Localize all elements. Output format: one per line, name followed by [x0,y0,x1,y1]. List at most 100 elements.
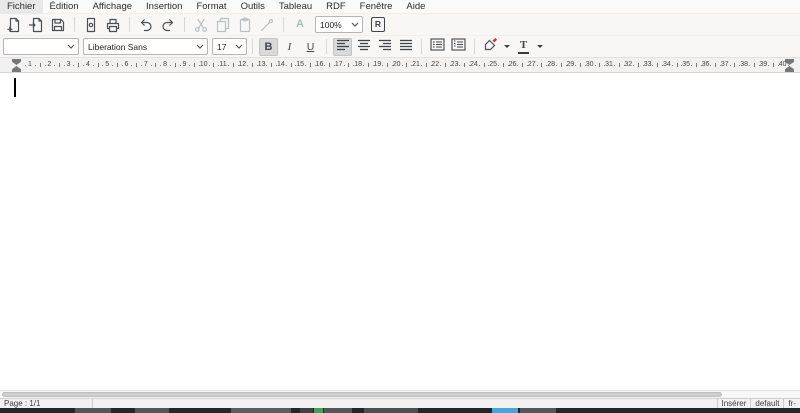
chevron-down-icon[interactable] [348,22,362,27]
first-line-indent-marker[interactable] [12,59,21,65]
separator [474,39,475,54]
highlight-color-button[interactable] [481,38,500,56]
ruler-dot [131,65,132,66]
r-document-button[interactable]: R [367,15,389,35]
menu-item-edition[interactable]: Édition [43,0,86,14]
copy-icon [215,17,231,33]
ruler-number: 31 [605,58,613,72]
undo-button[interactable] [135,15,157,35]
font-color-button[interactable]: T [514,38,533,56]
ruler-number: 40 [779,58,787,72]
justify-button[interactable] [396,38,415,56]
ruler-half-tick [754,63,755,67]
italic-button[interactable]: I [280,38,299,56]
separator [283,17,284,32]
ruler-number: 25 [489,58,497,72]
bullet-list-button[interactable] [428,38,447,56]
ruler-number: 27 [528,58,536,72]
ruler-number: 1 [28,58,32,72]
bold-button[interactable]: B [259,38,278,56]
numbered-list-button[interactable] [449,38,468,56]
page-count-cell[interactable]: Page : 1/1 [0,399,93,408]
ruler-number: 22 [431,58,439,72]
writer-window: FichierÉditionAffichageInsertionFormatOu… [0,0,800,413]
font-color-dropdown[interactable] [537,45,543,48]
new-document-icon [6,17,22,33]
ruler-number: 14 [277,58,285,72]
menubar: FichierÉditionAffichageInsertionFormatOu… [0,0,800,14]
menu-item-fenetre[interactable]: Fenêtre [353,0,400,14]
align-right-button[interactable] [375,38,394,56]
menu-item-aide[interactable]: Aide [399,0,432,14]
separator [421,39,422,54]
ruler-half-tick [426,63,427,67]
ruler-half-tick [233,63,234,67]
font-name-combo[interactable]: Liberation Sans [83,38,208,55]
menu-item-fichier[interactable]: Fichier [0,0,43,14]
menu-item-outils[interactable]: Outils [234,0,272,14]
redo-button[interactable] [157,15,179,35]
ruler-number: 12 [238,58,246,72]
italic-label: I [288,41,292,53]
ruler-half-tick [252,63,253,67]
ruler-half-tick [329,63,330,67]
document-canvas[interactable] [0,73,800,390]
ruler-number: 21 [412,58,420,72]
ruler-half-tick [117,63,118,67]
ruler-dot [730,65,731,66]
ruler-dot [160,65,161,66]
ruler-number: 13 [258,58,266,72]
scrollbar-thumb[interactable] [2,392,722,397]
language-cell[interactable]: fr- [783,399,800,408]
menu-item-insertion[interactable]: Insertion [139,0,189,14]
menu-item-affichage[interactable]: Affichage [86,0,139,14]
save-icon [50,17,66,33]
underline-button[interactable]: U [301,38,320,56]
ruler-dot [382,65,383,66]
font-a-label: A [296,19,304,30]
menu-item-tableau[interactable]: Tableau [272,0,319,14]
ruler-half-tick [657,63,658,67]
bold-label: B [265,41,273,53]
ruler-half-tick [175,63,176,67]
chevron-down-icon[interactable] [64,44,78,49]
ruler-number: 3 [67,58,71,72]
align-left-button[interactable] [333,38,352,56]
left-indent-marker[interactable] [12,66,21,72]
save-button[interactable] [47,15,69,35]
highlight-color-dropdown[interactable] [504,45,510,48]
menu-item-format[interactable]: Format [189,0,233,14]
zoom-combo[interactable]: 100% [315,16,363,33]
ruler-half-tick [696,63,697,67]
horizontal-scrollbar[interactable] [0,390,800,398]
ruler-half-tick [136,63,137,67]
open-icon [28,17,44,33]
menu-item-rdf[interactable]: RDF [319,0,353,14]
align-right-icon [378,38,392,56]
ruler-dot [54,65,55,66]
font-color-bar [518,52,529,54]
ruler-number: 35 [682,58,690,72]
ruler-number: 7 [144,58,148,72]
insert-mode-cell[interactable]: Insérer [717,399,751,408]
taskbar-strip[interactable] [0,408,800,413]
print-preview-button[interactable] [80,15,102,35]
clone-formatting-button [256,15,278,35]
ruler-dot [768,65,769,66]
ruler-dot [363,65,364,66]
ruler-half-tick [541,63,542,67]
font-size-combo[interactable]: 17 [212,38,247,55]
open-button[interactable] [25,15,47,35]
horizontal-ruler[interactable]: 1234567891011121314151617181920212223242… [0,58,800,73]
page-style-cell[interactable]: default [750,399,783,408]
print-button[interactable] [102,15,124,35]
paragraph-style-combo[interactable] [3,38,79,55]
ruler-dot [35,65,36,66]
taskbar-segment [231,408,291,413]
ruler-number: 17 [335,58,343,72]
ruler-dot [83,65,84,66]
align-center-button[interactable] [354,38,373,56]
new-document-button[interactable] [3,15,25,35]
chevron-down-icon[interactable] [193,44,207,49]
chevron-down-icon[interactable] [232,44,246,49]
